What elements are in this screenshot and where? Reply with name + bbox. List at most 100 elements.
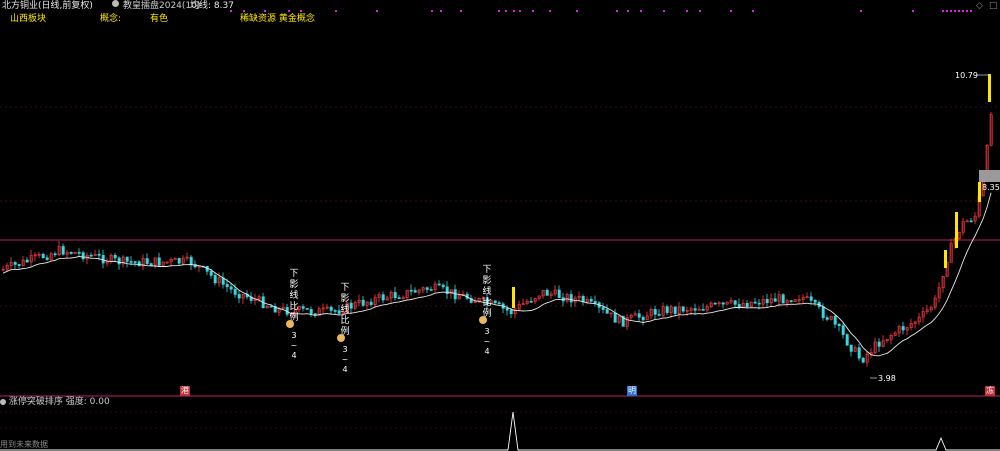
candle-body xyxy=(329,306,333,311)
candle-body xyxy=(113,254,117,259)
signal-dot xyxy=(440,10,442,12)
signal-dot xyxy=(300,10,302,12)
candle-body xyxy=(841,325,845,335)
range-char: 4 xyxy=(484,347,489,356)
signal-dot xyxy=(958,10,960,12)
signal-dot xyxy=(970,10,972,12)
candle-body xyxy=(665,306,669,313)
annotation-char: 影 xyxy=(482,275,491,286)
candle-body xyxy=(349,302,353,309)
candle-body xyxy=(81,252,85,260)
candle-body xyxy=(41,253,45,259)
candle-body xyxy=(101,255,105,264)
candle-body xyxy=(189,256,193,265)
candle-body xyxy=(13,262,17,265)
candle-body xyxy=(225,284,229,288)
candle-body xyxy=(133,261,137,263)
candle-body xyxy=(845,334,849,346)
candle-body xyxy=(825,317,829,320)
candle-body xyxy=(305,308,309,310)
candle-body xyxy=(569,294,573,303)
candle-body xyxy=(333,310,337,312)
candle-body xyxy=(901,326,905,331)
candle-body xyxy=(789,300,793,302)
signal-dot xyxy=(946,10,948,12)
signal-dot xyxy=(966,10,968,12)
subchart-header: 涨停突破排序 强度: 0.00 xyxy=(0,397,110,408)
signal-dot xyxy=(519,10,521,12)
candle-body xyxy=(209,270,213,276)
candle-body xyxy=(61,246,65,255)
grid-lines xyxy=(0,106,1000,429)
signal-dot xyxy=(627,10,629,12)
candle-body xyxy=(493,300,497,304)
marker-middle[interactable]: 明 xyxy=(627,386,637,396)
signal-dots xyxy=(230,10,972,12)
candle-body xyxy=(301,306,305,309)
marker-right[interactable]: 冻 xyxy=(985,386,995,396)
limit-up-bar xyxy=(512,287,515,308)
candle-body xyxy=(269,305,273,308)
candle-body xyxy=(157,257,161,266)
annotation-char: 影 xyxy=(340,293,349,304)
current-price-label: 8.35 xyxy=(982,183,1000,192)
candle-body xyxy=(601,307,605,310)
subchart xyxy=(0,411,1000,451)
candle-body xyxy=(641,316,645,321)
candle-body xyxy=(309,309,313,314)
candle-body xyxy=(693,308,697,311)
range-char: 4 xyxy=(342,365,347,374)
candle-body xyxy=(53,253,57,256)
candle-body xyxy=(657,314,661,316)
range-char: ~ xyxy=(291,341,298,350)
shadow-ratio-annotation: 下影线比例3~4 xyxy=(337,283,350,374)
annotation-char: 比 xyxy=(289,300,298,312)
signal-dot xyxy=(954,10,956,12)
candle-body xyxy=(833,315,837,325)
candle-body xyxy=(441,284,445,288)
candle-body xyxy=(361,299,365,306)
candle-body xyxy=(733,300,737,305)
candle-body xyxy=(229,286,233,290)
candle-body xyxy=(397,297,401,300)
current-price-box xyxy=(979,170,1000,182)
candle-body xyxy=(837,324,841,327)
candle-body xyxy=(45,257,49,260)
annotation-char: 下 xyxy=(340,283,349,293)
candle-body xyxy=(753,301,757,304)
marker-left[interactable]: 港 xyxy=(180,386,190,396)
candle-body xyxy=(589,298,593,302)
candle-body xyxy=(613,312,617,323)
candle-body xyxy=(757,302,761,305)
candle-body xyxy=(413,290,417,293)
strength-line xyxy=(0,411,1000,451)
candle-body xyxy=(857,347,861,359)
signal-dot xyxy=(243,10,245,12)
candle-body xyxy=(425,287,429,290)
candle-body xyxy=(17,264,21,266)
signal-dot xyxy=(686,10,688,12)
signal-dot xyxy=(264,10,266,12)
limit-up-bar xyxy=(955,212,958,248)
candle-body xyxy=(673,306,677,314)
signal-dot xyxy=(616,10,618,12)
subchart-value: 强度: 0.00 xyxy=(65,397,110,407)
subchart-title[interactable]: 涨停突破排序 xyxy=(9,397,63,407)
annotation-char: 线 xyxy=(340,303,349,315)
candle-body xyxy=(849,344,853,352)
range-char: 4 xyxy=(291,351,296,360)
annotation-char: 下 xyxy=(289,269,298,279)
candle-body xyxy=(233,288,237,295)
limit-up-bar xyxy=(944,250,947,268)
signal-dot xyxy=(460,10,462,12)
candle-body xyxy=(713,302,717,305)
candle-body xyxy=(237,294,241,299)
coin-icon xyxy=(337,334,345,342)
signal-dot xyxy=(942,10,944,12)
candle-body xyxy=(437,283,441,286)
kline-chart[interactable]: 10.798.353.98 下影线比例3~4下影线比例3~4下影线比例3~4 xyxy=(0,0,1000,451)
subchart-dot-icon[interactable] xyxy=(0,397,6,407)
limit-up-bar xyxy=(988,74,991,102)
candle-body xyxy=(765,298,769,304)
signal-dot xyxy=(288,10,290,12)
